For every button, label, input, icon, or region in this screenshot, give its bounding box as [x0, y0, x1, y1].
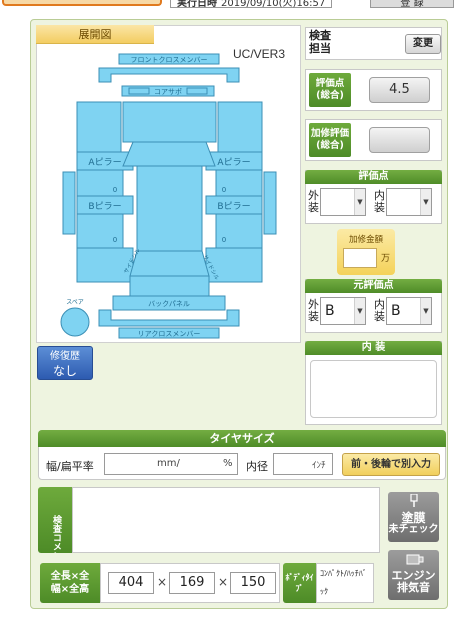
eval-points-header: 評価点	[305, 170, 442, 184]
tire-width-input[interactable]: mm/ %	[104, 453, 238, 475]
paint-brush-icon	[409, 493, 418, 507]
right-front-fender-part[interactable]	[217, 101, 263, 157]
right-side-sill-part[interactable]	[263, 171, 277, 235]
model-code: UC/VER3	[233, 47, 286, 61]
development-diagram: フロントクロスメンバー コアサポ Aピラー Aピラー Bピラー Bピラー バック…	[36, 25, 301, 343]
overall-score-button[interactable]: 4.5	[369, 77, 430, 103]
tire-inner-label: 内径	[246, 460, 268, 473]
back-panel-label: バックパネル	[148, 300, 190, 308]
engine-sound-button[interactable]: エンジン 排気音	[388, 550, 439, 600]
rear-cross-member-label: リアクロスメンバー	[138, 330, 201, 338]
a-pillar-right-label: Aピラー	[217, 157, 250, 168]
chevron-down-icon: ▼	[420, 298, 431, 324]
rear-window-part[interactable]	[129, 250, 210, 277]
tire-width-label: 幅/扁平率	[46, 460, 94, 473]
a-pillar-left-label: Aピラー	[88, 157, 121, 168]
datetime-display: 実行日時 2019/09/10(火)16:57	[170, 0, 333, 9]
length-input[interactable]: 404	[108, 572, 154, 594]
original-interior-group: 内装 B ▼	[374, 297, 432, 325]
original-exterior-select[interactable]: B ▼	[320, 297, 366, 325]
times-sign-2: ×	[218, 575, 229, 589]
height-input[interactable]: 150	[230, 572, 276, 594]
repair-amount-box: 加修金額 万	[337, 229, 395, 275]
body-type-label: ﾎﾞﾃﾞｨﾀｲﾌﾟ	[283, 563, 316, 603]
repair-eval-button[interactable]	[369, 127, 430, 153]
repair-amount-unit: 万	[381, 254, 391, 264]
original-exterior-group: 外装 B ▼	[308, 297, 366, 325]
overall-score-label: 評価点(総合)	[309, 73, 351, 107]
spare-label: スペア	[66, 299, 84, 306]
front-bumper-part[interactable]	[98, 67, 240, 83]
car-diagram-svg: フロントクロスメンバー コアサポ Aピラー Aピラー Bピラー Bピラー バック…	[60, 53, 277, 339]
original-interior-select[interactable]: B ▼	[386, 297, 432, 325]
marker-left-lower: 0	[113, 236, 117, 244]
tire-size-header: タイヤサイズ	[38, 430, 446, 447]
register-button[interactable]: 登 録	[370, 0, 454, 9]
interior-eval-label: 内装	[374, 189, 385, 214]
dimensions-label: 全長×全幅×全高	[40, 563, 100, 603]
core-support-label: コアサポ	[154, 88, 182, 96]
trunk-part[interactable]	[129, 275, 210, 297]
marker-right-upper: 0	[222, 186, 226, 194]
b-pillar-left-label: Bピラー	[88, 201, 121, 212]
svg-text:検査コメント: 検査コメント	[51, 514, 63, 553]
interior-text-area[interactable]	[310, 360, 437, 418]
original-eval-header: 元評価点	[305, 279, 442, 293]
roof-part[interactable]	[136, 165, 203, 252]
engine-icon	[406, 554, 423, 565]
original-interior-label: 内装	[374, 298, 385, 323]
comment-textarea[interactable]	[72, 487, 380, 553]
comment-label: 検査コメント	[38, 487, 72, 569]
interior-header: 内 装	[305, 341, 442, 355]
repair-amount-input[interactable]	[343, 248, 377, 268]
paint-check-button[interactable]: 塗膜 未チェック	[388, 492, 439, 542]
interior-eval-select[interactable]: ▼	[386, 188, 432, 216]
spare-tire-part[interactable]	[60, 307, 90, 337]
development-diagram-tab: 展開図	[36, 25, 154, 44]
repair-history-button[interactable]: 修復歴 なし	[37, 346, 93, 380]
front-rear-separate-button[interactable]: 前・後輪で別入力	[342, 453, 440, 476]
rear-bumper-part[interactable]	[98, 309, 240, 327]
windshield-part[interactable]	[122, 141, 216, 167]
left-side-sill-part[interactable]	[62, 171, 76, 235]
marker-left-upper: 0	[113, 186, 117, 194]
inspector-label: 検査担当	[309, 29, 331, 55]
exterior-eval-select[interactable]: ▼	[320, 188, 366, 216]
exterior-eval-label: 外装	[308, 189, 319, 214]
original-exterior-label: 外装	[308, 298, 319, 323]
change-inspector-button[interactable]: 変更	[405, 34, 441, 54]
top-strip: 実行日時 2019/09/10(火)16:57 登 録	[0, 0, 454, 10]
repair-amount-label: 加修金額	[348, 235, 383, 245]
body-type-value[interactable]: ｺﾝﾊﾟｸﾄ/ﾊｯﾁﾊﾞｯｸ	[316, 563, 374, 603]
chevron-down-icon: ▼	[354, 298, 365, 324]
chevron-down-icon: ▼	[354, 189, 365, 215]
left-rear-fender-part[interactable]	[76, 247, 134, 283]
orange-tab[interactable]	[2, 0, 162, 6]
b-pillar-right-label: Bピラー	[217, 201, 250, 212]
marker-right-lower: 0	[222, 236, 226, 244]
hood-part[interactable]	[122, 101, 217, 143]
interior-eval-group: 内装 ▼	[374, 188, 432, 216]
repair-eval-label: 加修評価(総合)	[309, 123, 351, 157]
tire-inner-input[interactable]: ｲﾝﾁ	[273, 453, 333, 475]
width-input[interactable]: 169	[169, 572, 215, 594]
exterior-eval-group: 外装 ▼	[308, 188, 366, 216]
front-cross-member-label: フロントクロスメンバー	[131, 56, 208, 64]
chevron-down-icon: ▼	[420, 189, 431, 215]
times-sign-1: ×	[157, 575, 168, 589]
left-front-fender-part[interactable]	[76, 101, 122, 157]
